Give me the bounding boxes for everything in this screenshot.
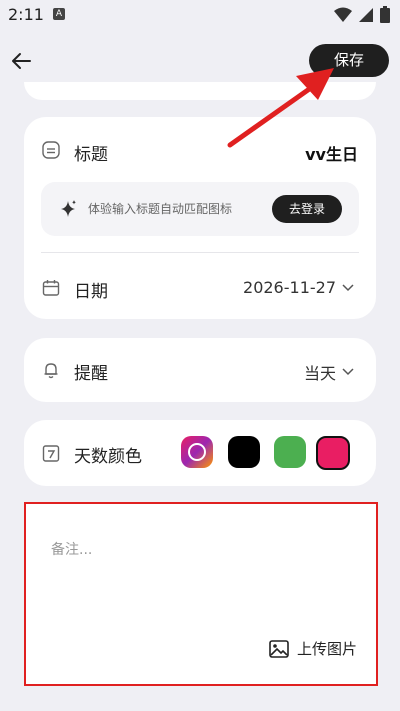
status-icons — [334, 6, 390, 23]
date-value: 2026-11-27 — [243, 278, 336, 297]
chevron-down-icon — [342, 368, 354, 376]
swatch-ring — [188, 443, 206, 461]
color-swatch-green[interactable] — [274, 436, 306, 468]
notes-input[interactable]: 备注... — [51, 539, 92, 559]
day-color-card: 天数颜色 — [24, 420, 376, 486]
signal-icon — [359, 7, 373, 22]
title-input[interactable]: vv生日 — [305, 141, 358, 165]
upload-image-button[interactable]: 上传图片 — [269, 638, 357, 659]
reminder-value: 当天 — [303, 364, 336, 383]
title-icon — [42, 141, 60, 159]
wifi-icon — [334, 7, 352, 22]
color-swatch-pink-selected[interactable] — [316, 436, 350, 470]
login-button[interactable]: 去登录 — [272, 195, 342, 223]
calendar-icon — [42, 280, 60, 296]
status-time: 2:11 — [8, 5, 44, 24]
hint-text: 体验输入标题自动匹配图标 — [88, 202, 233, 216]
divider — [41, 252, 359, 253]
upload-label: 上传图片 — [297, 640, 358, 658]
top-card-edge — [24, 82, 376, 100]
back-arrow-icon[interactable] — [10, 50, 32, 72]
notification-badge: A — [53, 8, 65, 20]
calendar-seven-icon — [42, 445, 60, 462]
reminder-label: 提醒 — [74, 364, 108, 384]
title-date-card: 标题 vv生日 体验输入标题自动匹配图标 去登录 日期 2026-11-27 — [24, 117, 376, 319]
date-picker[interactable]: 2026-11-27 — [243, 278, 354, 297]
status-bar: 2:11 A — [0, 0, 400, 30]
sparkle-icon — [61, 200, 76, 217]
notes-area: 备注... 上传图片 — [24, 502, 376, 684]
battery-icon — [380, 6, 390, 23]
hint-box: 体验输入标题自动匹配图标 去登录 — [41, 182, 359, 236]
bell-icon — [44, 363, 58, 379]
reminder-card[interactable]: 提醒 当天 — [24, 338, 376, 402]
chevron-down-icon — [342, 283, 354, 291]
image-icon — [269, 639, 289, 658]
color-swatch-gradient[interactable] — [181, 436, 213, 468]
save-button[interactable]: 保存 — [309, 44, 389, 77]
title-label: 标题 — [74, 145, 108, 165]
reminder-picker[interactable]: 当天 — [304, 360, 354, 384]
day-color-label: 天数颜色 — [74, 447, 142, 467]
date-label: 日期 — [74, 282, 108, 302]
color-swatch-black[interactable] — [228, 436, 260, 468]
